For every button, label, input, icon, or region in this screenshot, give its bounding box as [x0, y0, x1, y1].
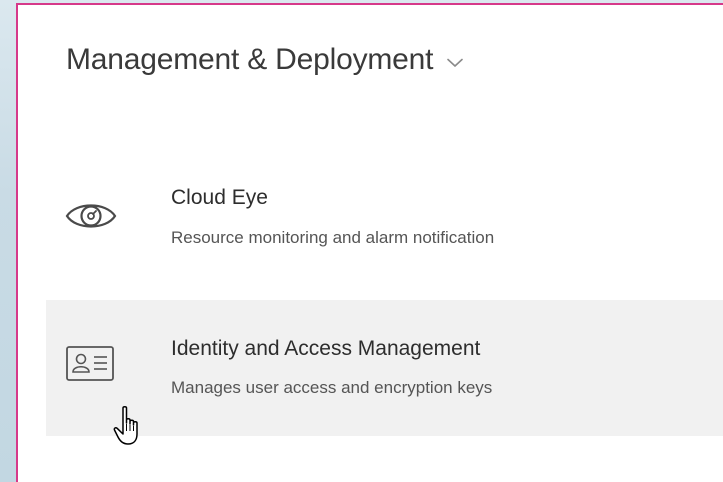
service-description: Manages user access and encryption keys [171, 378, 493, 397]
service-name: Cloud Eye [171, 186, 268, 209]
service-name: Identity and Access Management [171, 337, 481, 360]
service-description: Resource monitoring and alarm notificati… [171, 228, 495, 247]
hand-pointer-icon [113, 405, 138, 445]
section-header-management-deployment[interactable]: Management & Deployment [66, 43, 464, 77]
section-title: Management & Deployment [66, 43, 434, 76]
chevron-down-icon[interactable] [447, 58, 464, 68]
service-item-cloud-eye[interactable]: Cloud Eye Resource monitoring and alarm … [46, 150, 723, 286]
id-card-icon [66, 346, 114, 381]
service-item-identity-access-management[interactable]: Identity and Access Management Manages u… [46, 300, 723, 436]
eye-icon [65, 204, 117, 228]
